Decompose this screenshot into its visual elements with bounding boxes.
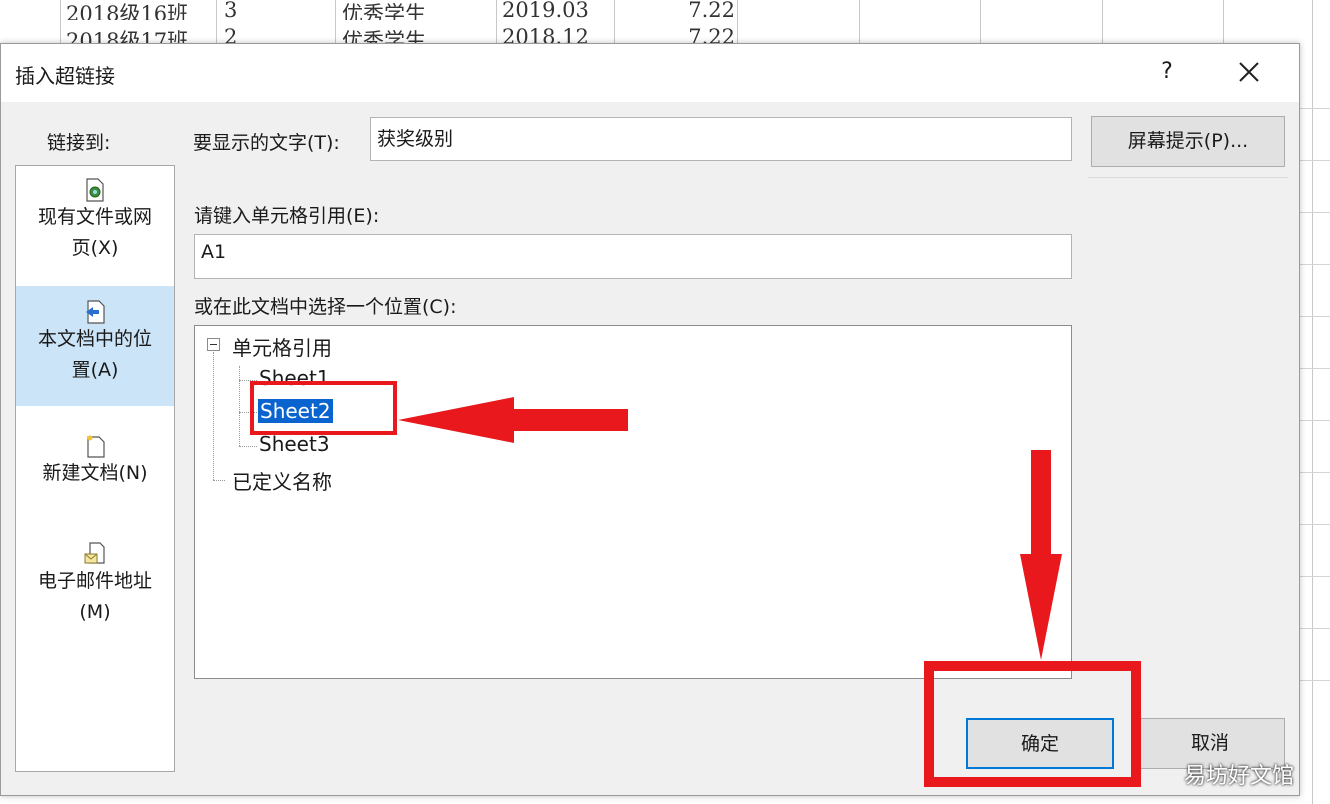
text-to-display-input[interactable]: 获奖级别 [370, 117, 1072, 161]
tree-connector [213, 480, 225, 481]
sidebar-item-label: 页(X) [71, 237, 119, 259]
grid-line [1102, 0, 1103, 44]
watermark: 易坊好文馆 [1184, 764, 1295, 789]
grid-line [1300, 628, 1330, 629]
sheet-cell: 2018级16班 [66, 2, 189, 20]
sidebar-item-label: 电子邮件地址 [37, 570, 152, 592]
grid-line [1300, 420, 1330, 421]
tree-item-label: Sheet3 [259, 432, 330, 456]
grid-line [1300, 524, 1330, 525]
tree-item-cell-reference[interactable]: 单元格引用 [232, 332, 332, 361]
close-button[interactable] [1229, 54, 1269, 90]
grid-line [1300, 472, 1330, 473]
dialog-titlebar: 插入超链接 ? [1, 44, 1299, 102]
tree-item-label: 已定义名称 [232, 470, 332, 494]
existing-file-icon [86, 178, 104, 202]
grid-line [1300, 108, 1330, 109]
sheet-cell: 3 [224, 0, 238, 20]
tree-connector [239, 446, 257, 447]
cell-reference-label: 请键入单元格引用(E): [194, 205, 380, 227]
grid-line [1300, 368, 1330, 369]
tree-item-label: 单元格引用 [232, 336, 332, 360]
highlight-box-ok [924, 661, 1141, 787]
grid-line [1223, 0, 1224, 44]
grid-line [980, 0, 981, 44]
sheet-cell: 优秀学生 [342, 2, 426, 20]
text-to-display-label: 要显示的文字(T): [193, 132, 340, 154]
tree-connector [213, 352, 214, 480]
dialog-title: 插入超链接 [15, 64, 115, 88]
tree-item-defined-names[interactable]: 已定义名称 [232, 466, 332, 495]
grid-line [216, 0, 217, 44]
help-button[interactable]: ? [1149, 54, 1185, 90]
highlight-box-sheet2 [250, 381, 397, 435]
left-arrow-annotation [398, 397, 628, 443]
grid-line [1300, 264, 1330, 265]
sidebar-item-new-document[interactable]: 新建文档(N) [16, 434, 174, 524]
sheet-cell: 2019.03 [502, 0, 589, 20]
sidebar-item-place-in-document[interactable]: 本文档中的位 置(A) [16, 286, 174, 406]
sidebar-item-label: 现有文件或网 [37, 206, 152, 228]
link-to-label: 链接到: [47, 132, 111, 154]
tree-connector [239, 366, 240, 446]
tree-item-sheet3[interactable]: Sheet3 [259, 432, 330, 456]
collapse-toggle[interactable] [207, 338, 220, 351]
divider [1088, 177, 1288, 178]
grid-line [496, 0, 497, 44]
grid-line [859, 0, 860, 44]
grid-line [1300, 160, 1330, 161]
email-address-icon [84, 542, 105, 564]
sheet-cell: 7.22 [688, 0, 735, 20]
down-arrow-annotation [1020, 450, 1062, 660]
sidebar-item-label: 置(A) [71, 359, 119, 381]
sidebar-item-label: (M) [79, 601, 111, 623]
grid-line [614, 0, 615, 44]
grid-line [335, 0, 336, 44]
grid-line [1300, 576, 1330, 577]
close-icon [1239, 62, 1259, 82]
grid-line [1300, 680, 1330, 681]
sidebar-item-label: 本文档中的位 [37, 328, 152, 350]
new-document-icon [87, 435, 105, 458]
document-place-tree: 单元格引用 Sheet1 Sheet2 Sheet3 已定义名称 [194, 325, 1072, 679]
grid-line [1300, 212, 1330, 213]
sidebar-item-email-address[interactable]: 电子邮件地址 (M) [16, 542, 174, 654]
grid-line [1312, 0, 1313, 804]
sidebar-item-existing-file[interactable]: 现有文件或网 页(X) [16, 178, 174, 286]
cell-reference-input[interactable]: A1 [194, 234, 1072, 279]
place-in-document-label: 或在此文档中选择一个位置(C): [194, 296, 457, 318]
grid-line [737, 0, 738, 44]
sidebar-item-label: 新建文档(N) [42, 462, 148, 484]
screentip-button[interactable]: 屏幕提示(P)... [1091, 116, 1285, 167]
link-to-sidebar: 现有文件或网 页(X) 本文档中的位 置(A) 新建文档(N) 电子邮件地址 (… [15, 165, 175, 772]
grid-line [60, 0, 61, 44]
grid-line [1300, 316, 1330, 317]
place-in-document-icon [86, 300, 105, 324]
